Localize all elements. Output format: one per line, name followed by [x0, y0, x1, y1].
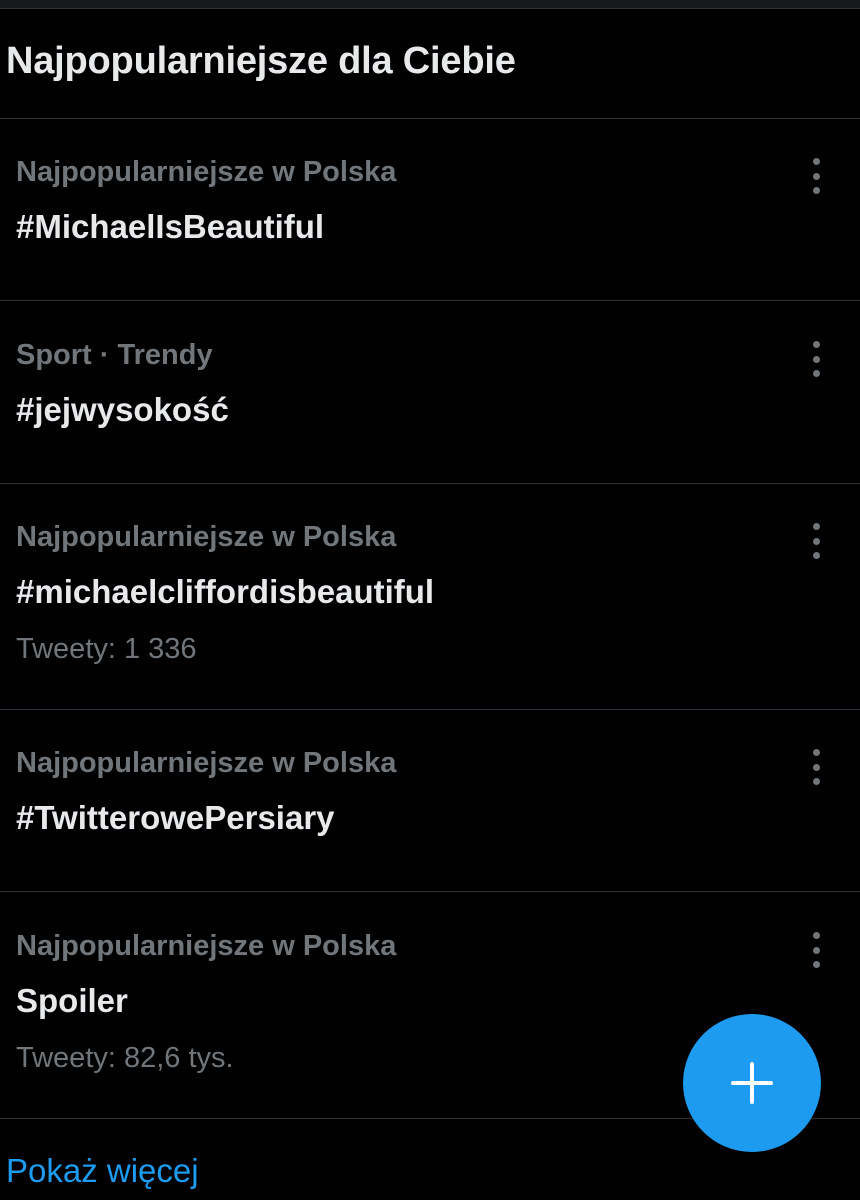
trend-name: #michaelcliffordisbeautiful [16, 573, 435, 610]
trend-tweet-count: Tweety: 82,6 tys. [16, 1042, 234, 1074]
trend-tweet-count: Tweety: 1 336 [16, 633, 197, 665]
trend-context: Najpopularniejsze w Polska [16, 156, 397, 188]
trend-name: Spoiler [16, 982, 128, 1019]
section-title: Najpopularniejsze dla Ciebie [6, 40, 516, 82]
trend-item[interactable]: Najpopularniejsze w Polska #michaelcliff… [0, 483, 860, 709]
trend-context: Najpopularniejsze w Polska [16, 930, 397, 962]
more-vertical-icon[interactable] [804, 930, 828, 970]
top-bar-edge [0, 0, 860, 9]
trend-context: Najpopularniejsze w Polska [16, 521, 397, 553]
trend-name: #TwitterowePersiary [16, 799, 335, 836]
trend-name: #jejwysokość [16, 391, 229, 428]
trend-item[interactable]: Najpopularniejsze w Polska #MichaelIsBea… [0, 118, 860, 301]
more-vertical-icon[interactable] [804, 156, 828, 196]
plus-icon [731, 1062, 773, 1104]
trend-name: #MichaelIsBeautiful [16, 208, 325, 245]
trend-item[interactable]: Najpopularniejsze w Polska #TwitterowePe… [0, 709, 860, 891]
more-vertical-icon[interactable] [804, 747, 828, 787]
more-vertical-icon[interactable] [804, 521, 828, 561]
trend-context: Najpopularniejsze w Polska [16, 747, 397, 779]
trend-item[interactable]: Sport · Trendy #jejwysokość [0, 301, 860, 484]
compose-tweet-button[interactable] [683, 1014, 821, 1152]
trend-context: Sport · Trendy [16, 339, 213, 371]
show-more-link[interactable]: Pokaż więcej [6, 1152, 199, 1190]
more-vertical-icon[interactable] [804, 339, 828, 379]
